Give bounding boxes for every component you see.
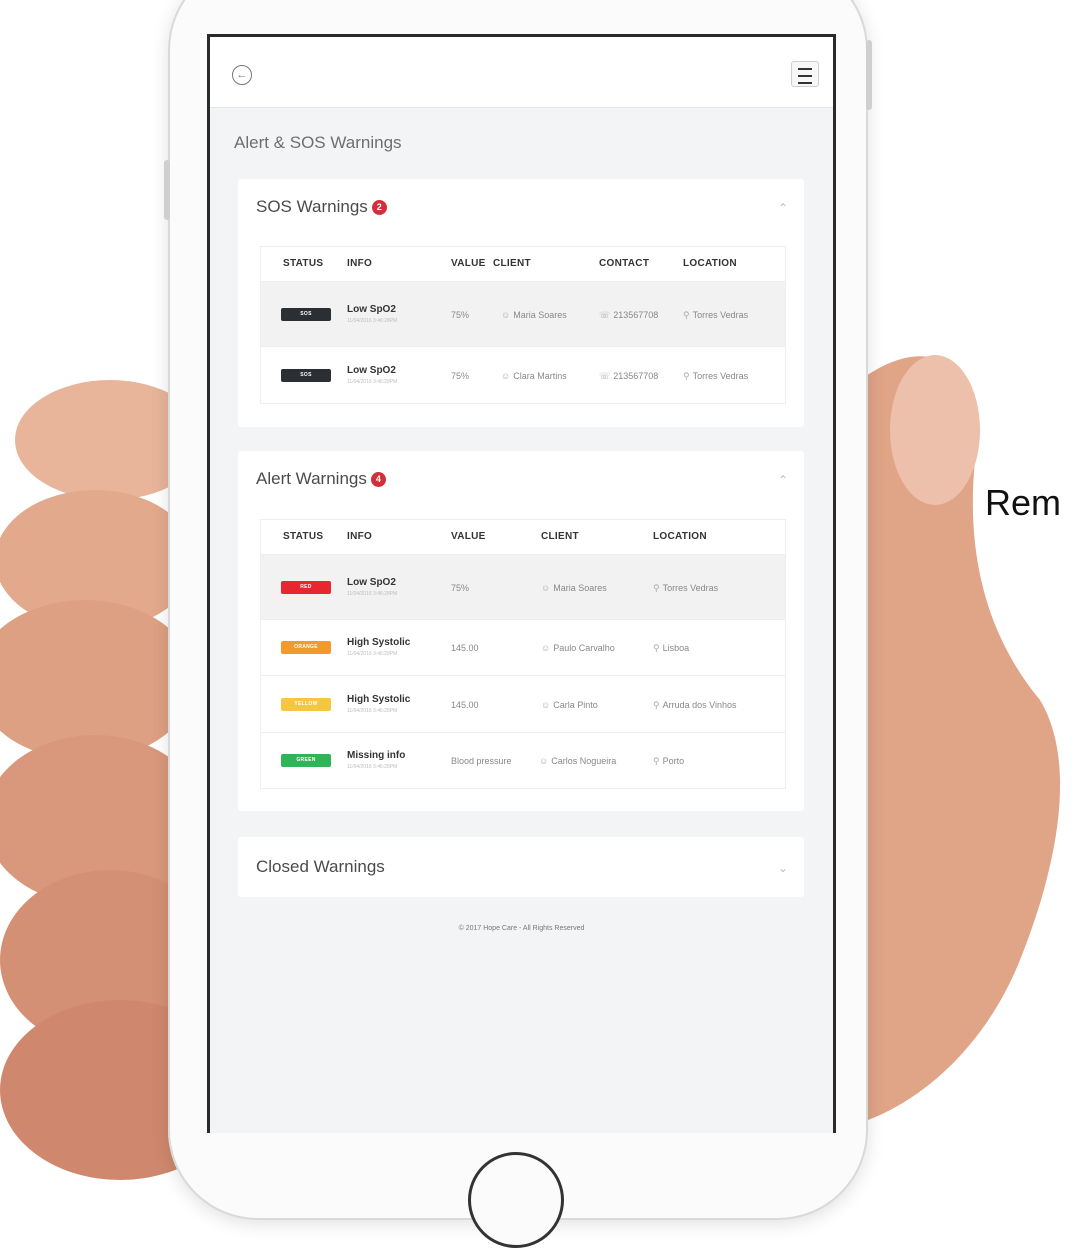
col-client: CLIENT: [493, 258, 531, 269]
alert-warnings-title: Alert Warnings: [256, 469, 367, 488]
col-client: CLIENT: [541, 531, 579, 542]
col-info: INFO: [347, 531, 373, 542]
side-caption: Rem: [985, 482, 1062, 523]
sos-warnings-card: SOS Warnings 2 ⌃ STATUS INFO VALUE CLIENT…: [238, 179, 804, 427]
col-status: STATUS: [283, 531, 324, 542]
info-text: Low SpO2: [347, 577, 396, 588]
col-value: VALUE: [451, 258, 486, 269]
table-row[interactable]: SOS Low SpO2 11/04/2016 3:46:28PM 75% ☺ M…: [261, 282, 785, 347]
sos-warnings-title: SOS Warnings: [256, 197, 368, 216]
home-button[interactable]: [468, 1152, 564, 1248]
chevron-up-icon[interactable]: ⌃: [778, 473, 788, 487]
col-value: VALUE: [451, 531, 486, 542]
info-date: 11/04/2016 3:46:28PM: [347, 318, 398, 324]
col-info: INFO: [347, 258, 373, 269]
col-location: LOCATION: [653, 531, 707, 542]
phone-icon: ☏: [599, 371, 611, 381]
chevron-up-icon[interactable]: ⌃: [778, 201, 788, 215]
col-status: STATUS: [283, 258, 324, 269]
client-name: Clara Martins: [513, 371, 567, 381]
contact-number: 213567708: [613, 371, 659, 381]
status-badge: SOS: [281, 369, 331, 382]
status-badge: GREEN: [281, 754, 331, 767]
location-name: Porto: [662, 756, 685, 766]
chevron-down-icon[interactable]: ⌄: [778, 861, 788, 875]
user-icon: ☺: [539, 756, 549, 766]
user-icon: ☺: [501, 371, 511, 381]
alert-table: STATUS INFO VALUE CLIENT LOCATION RED Lo…: [260, 519, 786, 789]
status-badge: SOS: [281, 308, 331, 321]
table-row[interactable]: SOS Low SpO2 11/04/2016 3:46:28PM 75% ☺ C…: [261, 347, 785, 403]
value-cell: 145.00: [451, 643, 479, 653]
alert-warnings-header[interactable]: Alert Warnings 4: [256, 469, 386, 489]
alert-table-header: STATUS INFO VALUE CLIENT LOCATION: [261, 520, 785, 555]
user-icon: ☺: [541, 700, 551, 710]
table-row[interactable]: YELLOW High Systolic 11/04/2016 3:46:28P…: [261, 676, 785, 733]
map-pin-icon: ⚲: [653, 756, 660, 766]
phone-icon: ☏: [599, 310, 611, 320]
value-cell: 75%: [451, 371, 470, 381]
hamburger-menu-icon[interactable]: [791, 61, 819, 87]
map-pin-icon: ⚲: [683, 310, 690, 320]
sos-table-header: STATUS INFO VALUE CLIENT CONTACT LOCATIO…: [261, 247, 785, 282]
app-bar: ←: [210, 37, 833, 108]
info-text: Low SpO2: [347, 365, 396, 376]
user-icon: ☺: [541, 643, 551, 653]
info-date: 11/04/2016 3:46:28PM: [347, 591, 398, 597]
sos-count-badge: 2: [371, 200, 387, 215]
map-pin-icon: ⚲: [683, 371, 690, 381]
phone-power-button: [866, 40, 872, 110]
value-cell: Blood pressure: [451, 756, 512, 766]
closed-warnings-card[interactable]: Closed Warnings ⌄: [238, 837, 804, 897]
status-badge: ORANGE: [281, 641, 331, 654]
sos-table: STATUS INFO VALUE CLIENT CONTACT LOCATIO…: [260, 246, 786, 404]
col-contact: CONTACT: [599, 258, 650, 269]
user-icon: ☺: [541, 583, 551, 593]
location-name: Lisboa: [662, 643, 690, 653]
location-name: Torres Vedras: [692, 310, 749, 320]
alert-warnings-card: Alert Warnings 4 ⌃ STATUS INFO VALUE CLIE…: [238, 451, 804, 811]
client-name: Carlos Nogueira: [551, 756, 617, 766]
alert-count-badge: 4: [370, 472, 386, 487]
col-location: LOCATION: [683, 258, 737, 269]
phone-screen: ← Alert & SOS Warnings SOS Warnings 2 ⌃ S…: [207, 34, 836, 1133]
value-cell: 145.00: [451, 700, 479, 710]
info-text: Missing info: [347, 750, 406, 761]
info-date: 11/04/2016 3:46:28PM: [347, 379, 398, 385]
info-text: High Systolic: [347, 637, 411, 648]
client-name: Maria Soares: [553, 583, 607, 593]
closed-warnings-title: Closed Warnings: [256, 857, 385, 876]
footer-copyright: © 2017 Hope Care - All Rights Reserved: [458, 925, 585, 932]
table-row[interactable]: ORANGE High Systolic 11/04/2016 3:46:28P…: [261, 620, 785, 676]
location-name: Torres Vedras: [692, 371, 749, 381]
client-name: Carla Pinto: [553, 700, 598, 710]
status-badge: RED: [281, 581, 331, 594]
value-cell: 75%: [451, 583, 470, 593]
location-name: Arruda dos Vinhos: [662, 700, 737, 710]
info-date: 11/04/2016 3:46:28PM: [347, 764, 398, 770]
info-text: Low SpO2: [347, 304, 396, 315]
value-cell: 75%: [451, 310, 470, 320]
sos-warnings-header[interactable]: SOS Warnings 2: [256, 197, 387, 217]
map-pin-icon: ⚲: [653, 700, 660, 710]
table-row[interactable]: GREEN Missing info 11/04/2016 3:46:28PM …: [261, 733, 785, 788]
back-arrow-circle-icon[interactable]: ←: [232, 65, 252, 85]
status-badge: YELLOW: [281, 698, 331, 711]
client-name: Paulo Carvalho: [553, 643, 615, 653]
info-date: 11/04/2016 3:46:28PM: [347, 651, 398, 657]
contact-number: 213567708: [613, 310, 659, 320]
info-date: 11/04/2016 3:46:28PM: [347, 708, 398, 714]
client-name: Maria Soares: [513, 310, 567, 320]
table-row[interactable]: RED Low SpO2 11/04/2016 3:46:28PM 75% ☺ M…: [261, 555, 785, 620]
phone-volume-button: [164, 160, 170, 220]
user-icon: ☺: [501, 310, 511, 320]
info-text: High Systolic: [347, 694, 411, 705]
map-pin-icon: ⚲: [653, 643, 660, 653]
page-title: Alert & SOS Warnings: [234, 133, 402, 152]
location-name: Torres Vedras: [662, 583, 719, 593]
map-pin-icon: ⚲: [653, 583, 660, 593]
